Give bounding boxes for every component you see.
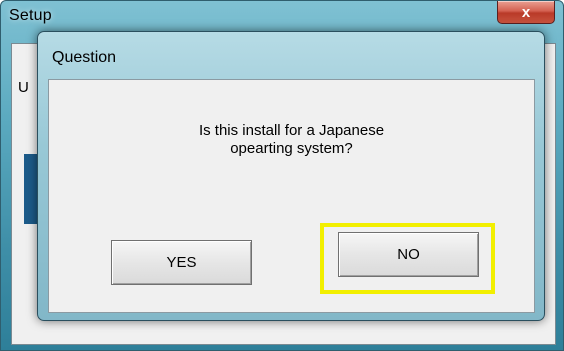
- no-button-label: NO: [397, 246, 420, 263]
- question-message: Is this install for a Japanese opearting…: [49, 122, 534, 158]
- dialog-client-area: Is this install for a Japanese opearting…: [48, 79, 535, 313]
- no-button[interactable]: NO: [338, 232, 479, 277]
- question-message-line-1: Is this install for a Japanese: [198, 122, 385, 139]
- question-dialog: Question Is this install for a Japanese …: [37, 31, 545, 321]
- dialog-title: Question: [52, 49, 117, 66]
- setup-partial-label: U: [18, 79, 29, 96]
- close-button[interactable]: x: [497, 1, 555, 24]
- setup-window-title: Setup: [9, 7, 52, 24]
- question-message-line-2: opearting system?: [230, 140, 353, 157]
- yes-button-label: YES: [166, 254, 197, 271]
- close-icon: x: [521, 3, 531, 21]
- yes-button[interactable]: YES: [111, 240, 252, 285]
